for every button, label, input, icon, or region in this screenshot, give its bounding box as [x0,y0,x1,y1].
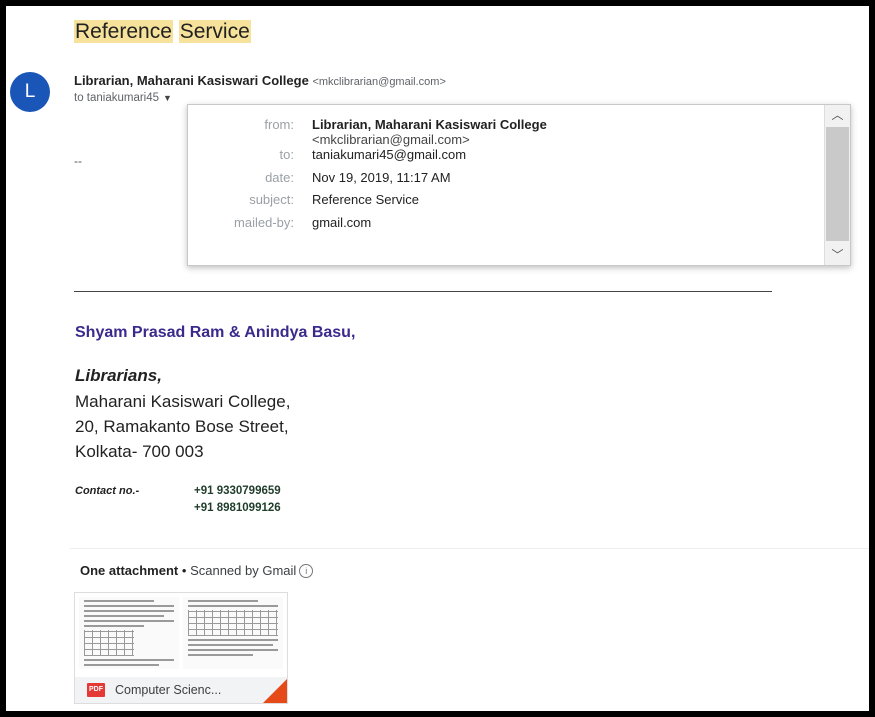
scroll-up-icon[interactable]: ︿ [825,105,850,125]
detail-row-subject: subject: Reference Service [188,192,547,215]
contact-label: Contact no.- [75,485,140,497]
address-line-3: Kolkata- 700 003 [75,442,204,461]
address-line-2: 20, Ramakanto Bose Street, [75,417,289,436]
detail-value: taniakumari45@gmail.com [312,147,467,162]
attachments-divider [70,548,869,549]
corner-fold-icon [263,679,287,703]
attachment-thumbnail[interactable]: PDF Computer Scienc... [74,592,288,704]
detail-value: Librarian, Maharani Kasiswari College <m… [312,117,547,147]
email-view: Reference Service L Librarian, Maharani … [6,6,869,711]
detail-row-from: from: Librarian, Maharani Kasiswari Coll… [188,117,547,147]
detail-row-to: to: taniakumari45@gmail.com [188,147,547,170]
recipient-text: to taniakumari45 [74,92,160,104]
detail-row-date: date: Nov 19, 2019, 11:17 AM [188,170,547,193]
popup-scrollbar[interactable]: ︿ ﹀ [824,105,850,265]
from-email: <mkclibrarian@gmail.com> [312,132,470,147]
from-name: Librarian, Maharani Kasiswari College [312,117,547,132]
attachment-footer: PDF Computer Scienc... [75,677,287,703]
detail-label: date: [265,169,294,185]
signature-role: Librarians, [75,366,162,385]
sender-avatar[interactable]: L [10,72,50,112]
details-table: from: Librarian, Maharani Kasiswari Coll… [188,117,547,237]
phone-number-1[interactable]: +91 9330799659 [194,485,281,497]
address-line-1: Maharani Kasiswari College, [75,392,291,411]
scroll-down-icon[interactable]: ﹀ [825,245,850,265]
sender-email: <mkclibrarian@gmail.com> [312,76,446,88]
detail-label: mailed-by: [234,214,294,230]
info-icon[interactable]: i [299,564,314,578]
document-page-preview [79,597,179,669]
detail-label: from: [264,117,294,132]
attachment-count: One attachment [80,563,179,578]
details-popup: from: Librarian, Maharani Kasiswari Coll… [187,104,851,266]
detail-value: Reference Service [312,192,419,207]
phone-number-2[interactable]: +91 8981099126 [194,502,281,514]
detail-value: gmail.com [312,214,372,230]
detail-label: to: [279,147,294,162]
show-details-caret-icon[interactable]: ▼ [163,93,172,103]
recipient-line: to taniakumari45 ▼ [74,92,172,104]
detail-label: subject: [249,192,294,207]
subject-word-1: Reference [74,20,173,43]
detail-row-mailed-by: mailed-by: gmail.com [188,215,547,238]
detail-value: Nov 19, 2019, 11:17 AM [312,169,451,185]
document-page-preview [183,597,283,669]
signature-rule [74,291,772,292]
scanned-by-gmail: Scanned by Gmail [190,563,297,578]
scrollbar-thumb[interactable] [826,127,849,241]
sender-name[interactable]: Librarian, Maharani Kasiswari College [74,73,309,88]
email-subject: Reference Service [74,20,251,44]
signature-dash: -- [74,154,82,168]
signature-names: Shyam Prasad Ram & Anindya Basu, [75,324,356,341]
subject-word-2: Service [178,20,251,43]
attachments-header: One attachment • Scanned by Gmail i [80,563,314,578]
pdf-icon: PDF [87,683,105,697]
sender-line: Librarian, Maharani Kasiswari College <m… [74,73,446,88]
attachment-filename: Computer Scienc... [115,683,222,697]
